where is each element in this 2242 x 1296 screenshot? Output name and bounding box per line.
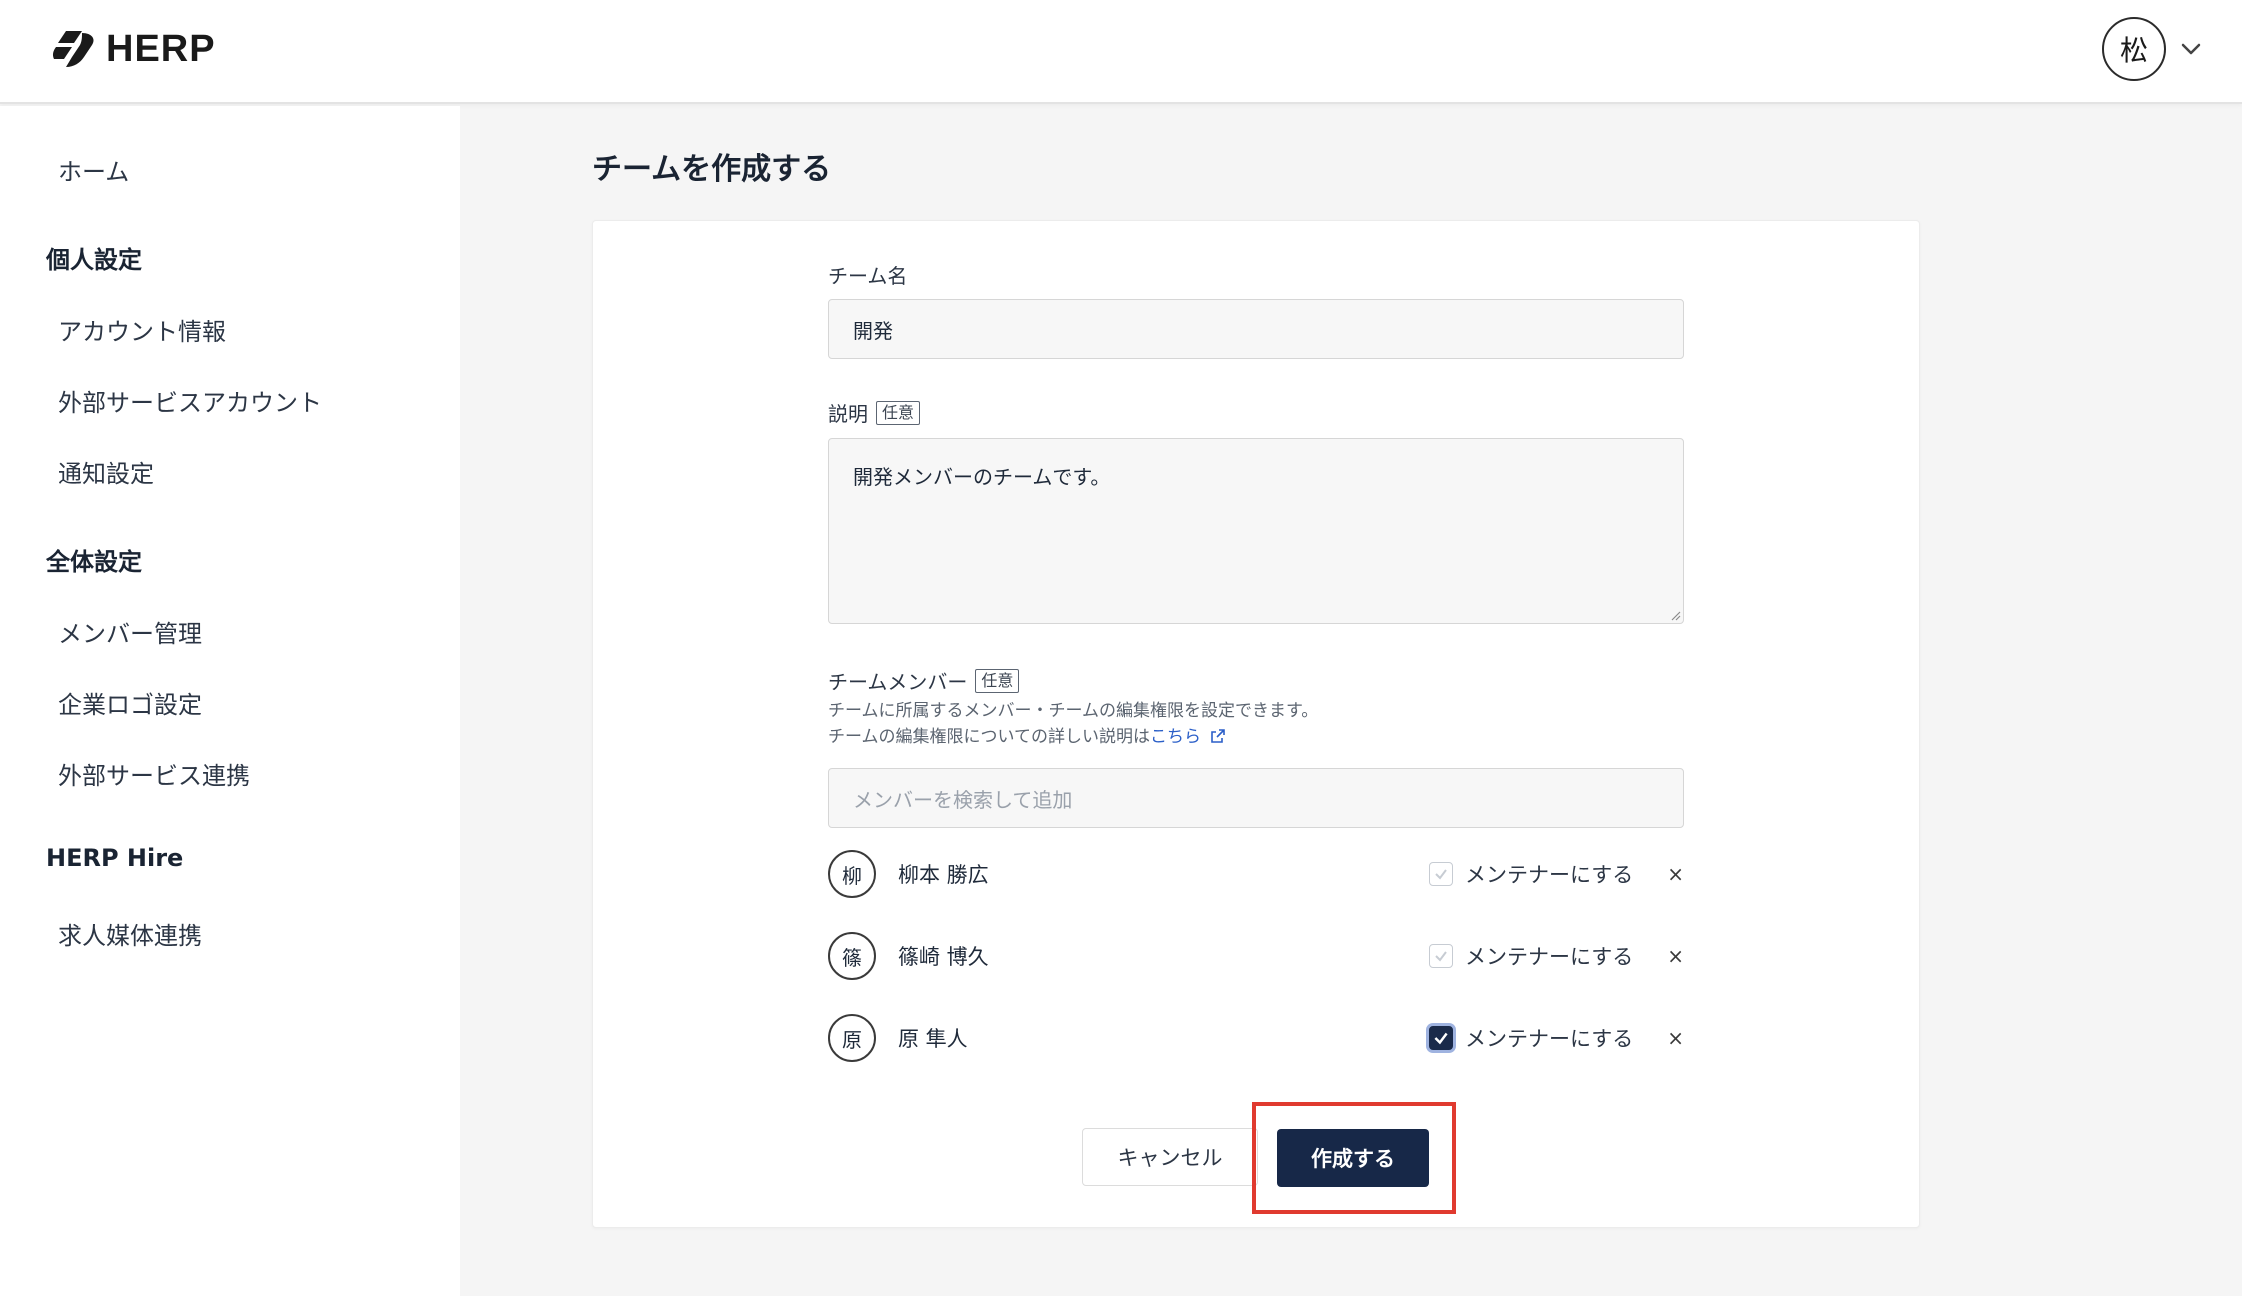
external-link-icon[interactable]	[1210, 728, 1226, 744]
maintainer-checkbox[interactable]	[1429, 944, 1454, 968]
members-help-line-1: チームに所属するメンバー・チームの編集権限を設定できます。	[828, 701, 1319, 721]
logo-text: HERP	[106, 27, 216, 70]
maintainer-label[interactable]: メンテナーにする	[1465, 859, 1633, 889]
members-help-line-2: チームの編集権限についての詳しい説明はこちら	[828, 724, 1318, 750]
remove-member-button[interactable]: ×	[1667, 1026, 1684, 1050]
remove-member-button[interactable]: ×	[1667, 944, 1684, 968]
sidebar-item-notifications[interactable]: 通知設定	[58, 454, 154, 489]
optional-tag: 任意	[876, 400, 921, 425]
description-value: 開発メンバーのチームです。	[853, 465, 1111, 489]
maintainer-label[interactable]: メンテナーにする	[1465, 941, 1633, 971]
sidebar-item-members[interactable]: メンバー管理	[58, 614, 202, 649]
remove-member-button[interactable]: ×	[1667, 862, 1684, 886]
top-header: HERP 松	[0, 0, 2242, 104]
members-label: チームメンバー 任意	[828, 666, 1020, 695]
sidebar-section-global: 全体設定	[46, 548, 142, 576]
maintainer-checkbox[interactable]	[1429, 862, 1454, 886]
member-name: 柳本 勝広	[898, 863, 989, 887]
description-textarea[interactable]: 開発メンバーのチームです。	[828, 438, 1684, 624]
herp-logo[interactable]: HERP	[52, 28, 216, 70]
member-avatar: 柳	[828, 850, 876, 898]
team-name-value: 開発	[853, 318, 893, 343]
maintainer-checkbox[interactable]	[1429, 1026, 1454, 1050]
team-name-input[interactable]: 開発	[828, 299, 1684, 359]
maintainer-label[interactable]: メンテナーにする	[1465, 1023, 1633, 1053]
member-name: 原 隼人	[898, 1027, 968, 1051]
member-row: 篠 篠崎 博久 メンテナーにする ×	[828, 930, 1684, 982]
member-avatar: 篠	[828, 932, 876, 980]
member-row: 柳 柳本 勝広 メンテナーにする ×	[828, 848, 1684, 900]
herp-logo-icon	[52, 31, 94, 67]
sidebar-item-home[interactable]: ホーム	[58, 152, 129, 187]
member-name: 篠崎 博久	[898, 945, 989, 969]
sidebar: ホーム 個人設定 アカウント情報 外部サービスアカウント 通知設定 全体設定 メ…	[0, 106, 460, 1296]
team-name-label: チーム名	[828, 260, 907, 289]
chevron-down-icon[interactable]	[2178, 36, 2204, 62]
member-search-input[interactable]: メンバーを検索して追加	[828, 768, 1684, 828]
sidebar-section-personal: 個人設定	[46, 246, 142, 274]
description-label-text: 説明	[828, 402, 868, 426]
user-avatar[interactable]: 松	[2102, 17, 2166, 81]
sidebar-item-external-accounts[interactable]: 外部サービスアカウント	[58, 383, 322, 418]
sidebar-item-external-integrations[interactable]: 外部サービス連携	[58, 756, 250, 791]
sidebar-item-account-info[interactable]: アカウント情報	[58, 312, 226, 347]
member-row: 原 原 隼人 メンテナーにする ×	[828, 1012, 1684, 1064]
resize-handle-icon[interactable]	[1669, 609, 1681, 621]
page-title: チームを作成する	[592, 152, 832, 187]
check-icon	[1435, 869, 1447, 880]
sidebar-item-job-media[interactable]: 求人媒体連携	[58, 916, 202, 951]
optional-tag: 任意	[975, 668, 1020, 693]
member-search-placeholder: メンバーを検索して追加	[853, 787, 1073, 812]
members-help-line-2-text: チームの編集権限についての詳しい説明は	[828, 727, 1150, 747]
member-avatar: 原	[828, 1014, 876, 1062]
sidebar-item-company-logo[interactable]: 企業ロゴ設定	[58, 685, 202, 720]
members-help-text: チームに所属するメンバー・チームの編集権限を設定できます。 チームの編集権限につ…	[828, 698, 1318, 750]
sidebar-section-herp-hire: HERP Hire	[46, 844, 184, 872]
cancel-button[interactable]: キャンセル	[1082, 1128, 1258, 1186]
create-button[interactable]: 作成する	[1277, 1129, 1429, 1187]
check-icon	[1434, 1032, 1448, 1045]
user-menu[interactable]: 松	[2102, 17, 2204, 81]
description-label: 説明 任意	[828, 398, 921, 427]
team-name-label-text: チーム名	[828, 264, 908, 288]
details-link[interactable]: こちら	[1150, 727, 1201, 747]
members-label-text: チームメンバー	[828, 670, 968, 694]
check-icon	[1435, 951, 1447, 962]
